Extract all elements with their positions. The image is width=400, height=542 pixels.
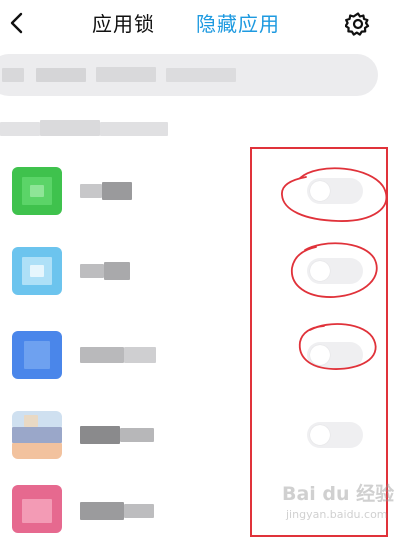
app-icon <box>12 485 62 533</box>
watermark-logo: Bai du 经验 <box>282 483 395 505</box>
obscured-search-text <box>36 68 86 82</box>
gear-icon[interactable] <box>345 11 371 37</box>
app-icon <box>12 331 62 379</box>
obscured-search-text <box>2 68 24 82</box>
app-name <box>80 424 160 446</box>
app-icon <box>12 411 62 459</box>
app-icon <box>12 247 62 295</box>
tab-app-lock[interactable]: 应用锁 <box>92 11 155 37</box>
tab-hidden-apps[interactable]: 隐藏应用 <box>196 11 280 37</box>
app-name <box>80 500 160 522</box>
watermark: Bai du 经验 jingyan.baidu.com <box>282 482 400 532</box>
app-name <box>80 180 160 202</box>
app-name <box>80 344 160 366</box>
top-bar: 应用锁 隐藏应用 <box>0 0 400 48</box>
section-header <box>0 118 175 140</box>
search-bar[interactable] <box>0 54 378 96</box>
obscured-search-text <box>96 67 156 82</box>
obscured-search-text <box>166 68 236 82</box>
app-name <box>80 260 160 282</box>
watermark-url: jingyan.baidu.com <box>286 508 388 521</box>
app-icon <box>12 167 62 215</box>
annotation-rectangle <box>250 147 388 537</box>
chevron-left-icon[interactable] <box>6 10 28 36</box>
